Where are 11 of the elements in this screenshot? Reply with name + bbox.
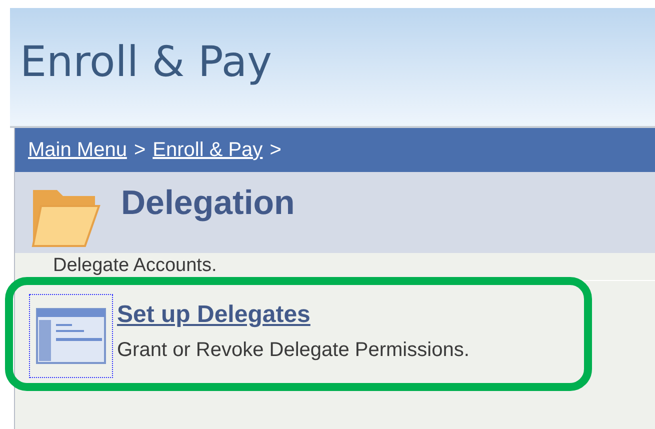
- breadcrumb-link[interactable]: Enroll & Pay: [152, 135, 263, 165]
- set-up-delegates-link[interactable]: Set up Delegates: [117, 297, 310, 333]
- app-title: Enroll & Pay: [20, 36, 272, 88]
- breadcrumb-separator: >: [270, 138, 282, 163]
- breadcrumb-separator: >: [134, 138, 146, 163]
- icon-focus-frame[interactable]: [29, 294, 113, 378]
- breadcrumb-link[interactable]: Main Menu: [28, 135, 127, 165]
- description-text: Delegate Accounts.: [53, 254, 217, 278]
- item-description: Grant or Revoke Delegate Permissions.: [117, 338, 470, 363]
- page-title: Delegation: [121, 183, 295, 224]
- window-icon: [36, 308, 106, 364]
